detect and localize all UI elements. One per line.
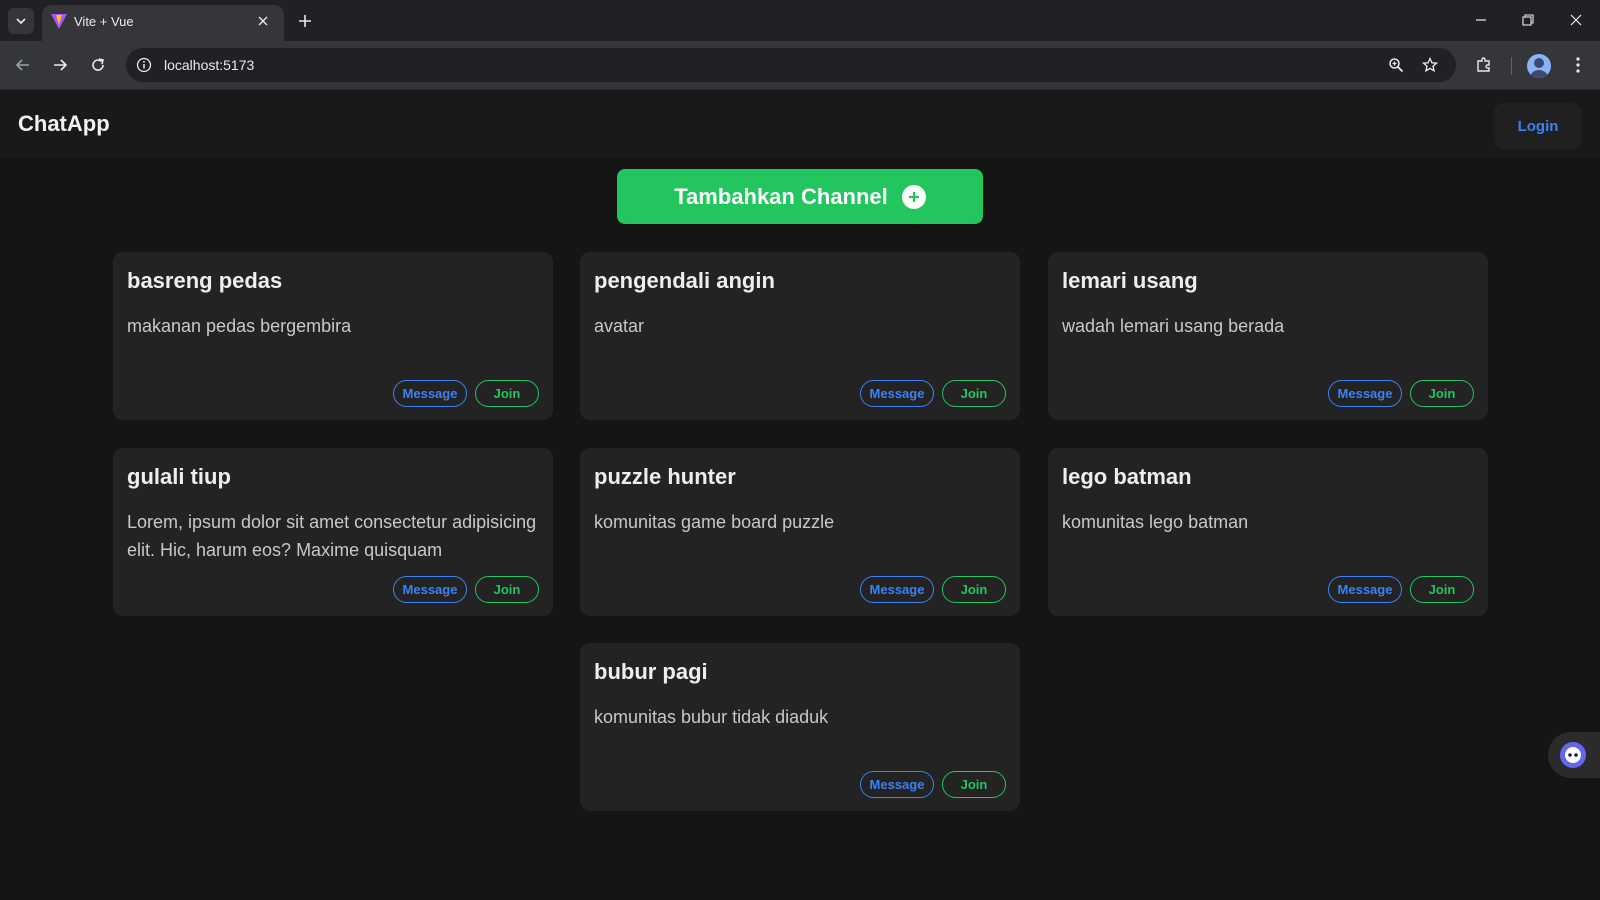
message-button[interactable]: Message xyxy=(860,771,934,798)
reload-button[interactable] xyxy=(85,52,111,78)
browser-tab[interactable]: Vite + Vue xyxy=(42,5,284,41)
info-icon xyxy=(136,57,152,73)
arrow-right-icon xyxy=(54,59,68,71)
address-bar[interactable]: localhost:5173 xyxy=(126,48,1456,82)
bot-face-icon xyxy=(1560,742,1586,768)
browser-tabstrip: Vite + Vue xyxy=(0,0,1600,41)
close-icon xyxy=(258,16,268,26)
channel-name: lemari usang xyxy=(1062,268,1198,293)
channel-description: Lorem, ipsum dolor sit amet consectetur … xyxy=(127,512,537,560)
more-vert-icon xyxy=(1576,57,1580,73)
channel-card: gulali tiup Lorem, ipsum dolor sit amet … xyxy=(113,448,553,616)
tab-close-button[interactable] xyxy=(254,12,272,30)
zoom-button[interactable] xyxy=(1386,55,1406,75)
join-button[interactable]: Join xyxy=(942,380,1006,407)
join-button[interactable]: Join xyxy=(1410,576,1474,603)
message-button[interactable]: Message xyxy=(393,380,467,407)
join-button[interactable]: Join xyxy=(475,380,539,407)
floating-assistant-button[interactable] xyxy=(1548,732,1600,778)
channel-card: lego batman komunitas lego batman Messag… xyxy=(1048,448,1488,616)
zoom-icon xyxy=(1389,58,1404,73)
channel-description: avatar xyxy=(594,316,645,336)
channel-name: basreng pedas xyxy=(127,268,283,293)
app-viewport: ChatApp Login Tambahkan Channel basreng … xyxy=(0,90,1600,900)
minimize-icon xyxy=(1476,19,1486,21)
restore-button[interactable] xyxy=(1514,6,1542,34)
join-button[interactable]: Join xyxy=(942,771,1006,798)
add-channel-button[interactable]: Tambahkan Channel xyxy=(617,169,983,224)
channel-card: pengendali angin avatar Message Join xyxy=(580,252,1020,420)
app-brand[interactable]: ChatApp xyxy=(18,111,110,137)
puzzle-icon xyxy=(1477,57,1490,72)
message-button[interactable]: Message xyxy=(860,380,934,407)
app-navbar: ChatApp Login xyxy=(0,90,1600,158)
channel-card: puzzle hunter komunitas game board puzzl… xyxy=(580,448,1020,616)
channel-description: komunitas game board puzzle xyxy=(594,512,835,532)
channel-description: komunitas bubur tidak diaduk xyxy=(594,707,829,727)
channel-card: lemari usang wadah lemari usang berada M… xyxy=(1048,252,1488,420)
new-tab-button[interactable] xyxy=(292,8,318,34)
close-icon xyxy=(1570,14,1582,26)
join-button[interactable]: Join xyxy=(942,576,1006,603)
vite-logo-icon xyxy=(51,14,67,29)
site-info-button[interactable] xyxy=(134,55,154,75)
profile-avatar[interactable] xyxy=(1527,54,1551,78)
browser-toolbar: localhost:5173 xyxy=(0,41,1600,90)
channel-name: lego batman xyxy=(1062,464,1192,489)
channel-description: komunitas lego batman xyxy=(1062,512,1249,532)
message-button[interactable]: Message xyxy=(1328,576,1402,603)
minimize-button[interactable] xyxy=(1467,6,1495,34)
bookmark-button[interactable] xyxy=(1420,55,1440,75)
restore-icon xyxy=(1522,14,1534,26)
channel-name: pengendali angin xyxy=(594,268,775,293)
browser-menu-button[interactable] xyxy=(1566,53,1590,77)
star-icon xyxy=(1422,57,1438,73)
forward-button[interactable] xyxy=(47,52,73,78)
chevron-down-icon xyxy=(16,18,26,25)
plus-icon xyxy=(299,15,311,27)
channel-name: bubur pagi xyxy=(594,659,708,684)
reload-icon xyxy=(92,58,104,71)
channel-description: wadah lemari usang berada xyxy=(1062,316,1285,336)
arrow-left-icon xyxy=(15,59,29,71)
join-button[interactable]: Join xyxy=(1410,380,1474,407)
plus-circle-icon xyxy=(901,184,926,209)
channel-name: gulali tiup xyxy=(127,464,231,489)
url-text: localhost:5173 xyxy=(164,57,255,73)
message-button[interactable]: Message xyxy=(1328,380,1402,407)
tab-title: Vite + Vue xyxy=(74,14,134,29)
extensions-button[interactable] xyxy=(1472,53,1496,77)
message-button[interactable]: Message xyxy=(860,576,934,603)
tab-search-button[interactable] xyxy=(8,8,34,34)
close-window-button[interactable] xyxy=(1562,6,1590,34)
add-channel-label: Tambahkan Channel xyxy=(674,183,888,209)
channel-description: makanan pedas bergembira xyxy=(127,316,352,336)
message-button[interactable]: Message xyxy=(393,576,467,603)
back-button[interactable] xyxy=(10,52,36,78)
join-button[interactable]: Join xyxy=(475,576,539,603)
channel-card: bubur pagi komunitas bubur tidak diaduk … xyxy=(580,643,1020,811)
login-button[interactable]: Login xyxy=(1494,103,1582,149)
channel-card: basreng pedas makanan pedas bergembira M… xyxy=(113,252,553,420)
avatar-icon xyxy=(1530,58,1548,78)
channel-name: puzzle hunter xyxy=(594,464,736,489)
toolbar-separator xyxy=(1511,57,1512,75)
